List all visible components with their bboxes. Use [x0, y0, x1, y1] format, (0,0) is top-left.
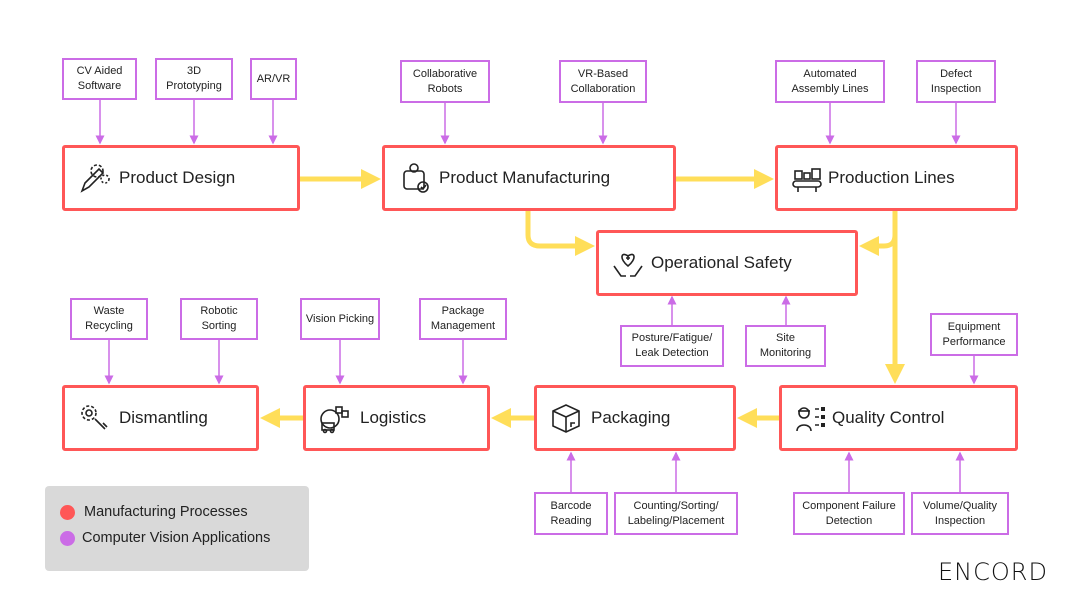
- cv-app-box: Package Management: [419, 298, 507, 340]
- box-icon: [552, 404, 580, 433]
- process-packaging: Packaging: [534, 385, 736, 451]
- process-label: Product Design: [119, 168, 236, 187]
- red-dot-icon: [60, 504, 75, 520]
- cv-app-box: Site Monitoring: [745, 325, 826, 367]
- robot-arm-icon: [403, 163, 429, 193]
- process-production-lines: Production Lines: [775, 145, 1018, 211]
- process-product-manufacturing: Product Manufacturing: [382, 145, 676, 211]
- cv-app-box: 3D Prototyping: [155, 58, 233, 100]
- cv-app-box: Waste Recycling: [70, 298, 148, 340]
- cv-app-box: Defect Inspection: [916, 60, 996, 103]
- cv-app-box: AR/VR: [250, 58, 297, 100]
- conveyor-icon: [792, 168, 822, 192]
- cv-app-box: Equipment Performance: [930, 313, 1018, 356]
- purple-dot-icon: [60, 530, 75, 546]
- process-label: Product Manufacturing: [439, 168, 611, 187]
- cv-app-box: VR-Based Collaboration: [559, 60, 647, 103]
- cv-app-box: CV Aided Software: [62, 58, 137, 100]
- process-label: Production Lines: [828, 168, 955, 187]
- gear-wrench-icon: [81, 405, 108, 430]
- process-label: Packaging: [591, 408, 671, 427]
- process-label: Quality Control: [832, 408, 945, 427]
- cv-app-box: Robotic Sorting: [180, 298, 258, 340]
- encord-logo: ENCORD: [938, 558, 1048, 586]
- process-product-design: Product Design: [62, 145, 300, 211]
- cv-app-box: Volume/Quality Inspection: [911, 492, 1009, 535]
- worker-checklist-icon: [796, 407, 825, 432]
- process-label: Dismantling: [119, 408, 208, 427]
- process-operational-safety: Operational Safety: [596, 230, 858, 296]
- truck-boxes-icon: [320, 406, 349, 434]
- process-label: Logistics: [360, 408, 427, 427]
- cv-app-box: Vision Picking: [300, 298, 380, 340]
- cv-app-box: Automated Assembly Lines: [775, 60, 885, 103]
- cv-app-box: Counting/Sorting/ Labeling/Placement: [614, 492, 738, 535]
- legend-item-processes: Manufacturing Processes: [60, 504, 248, 520]
- process-logistics: Logistics: [303, 385, 490, 451]
- legend-label: Manufacturing Processes: [84, 504, 248, 520]
- heart-hands-icon: [613, 253, 643, 277]
- cv-app-box: Barcode Reading: [534, 492, 608, 535]
- legend: Manufacturing Processes Computer Vision …: [45, 486, 309, 571]
- process-quality-control: Quality Control: [779, 385, 1018, 451]
- process-label: Operational Safety: [651, 253, 792, 272]
- cv-app-box: Collaborative Robots: [400, 60, 490, 103]
- pencil-gears-icon: [80, 164, 110, 193]
- cv-app-box: Posture/Fatigue/ Leak Detection: [620, 325, 724, 367]
- cv-app-box: Component Failure Detection: [793, 492, 905, 535]
- legend-label: Computer Vision Applications: [82, 530, 271, 546]
- process-dismantling: Dismantling: [62, 385, 259, 451]
- legend-item-cv: Computer Vision Applications: [60, 530, 270, 546]
